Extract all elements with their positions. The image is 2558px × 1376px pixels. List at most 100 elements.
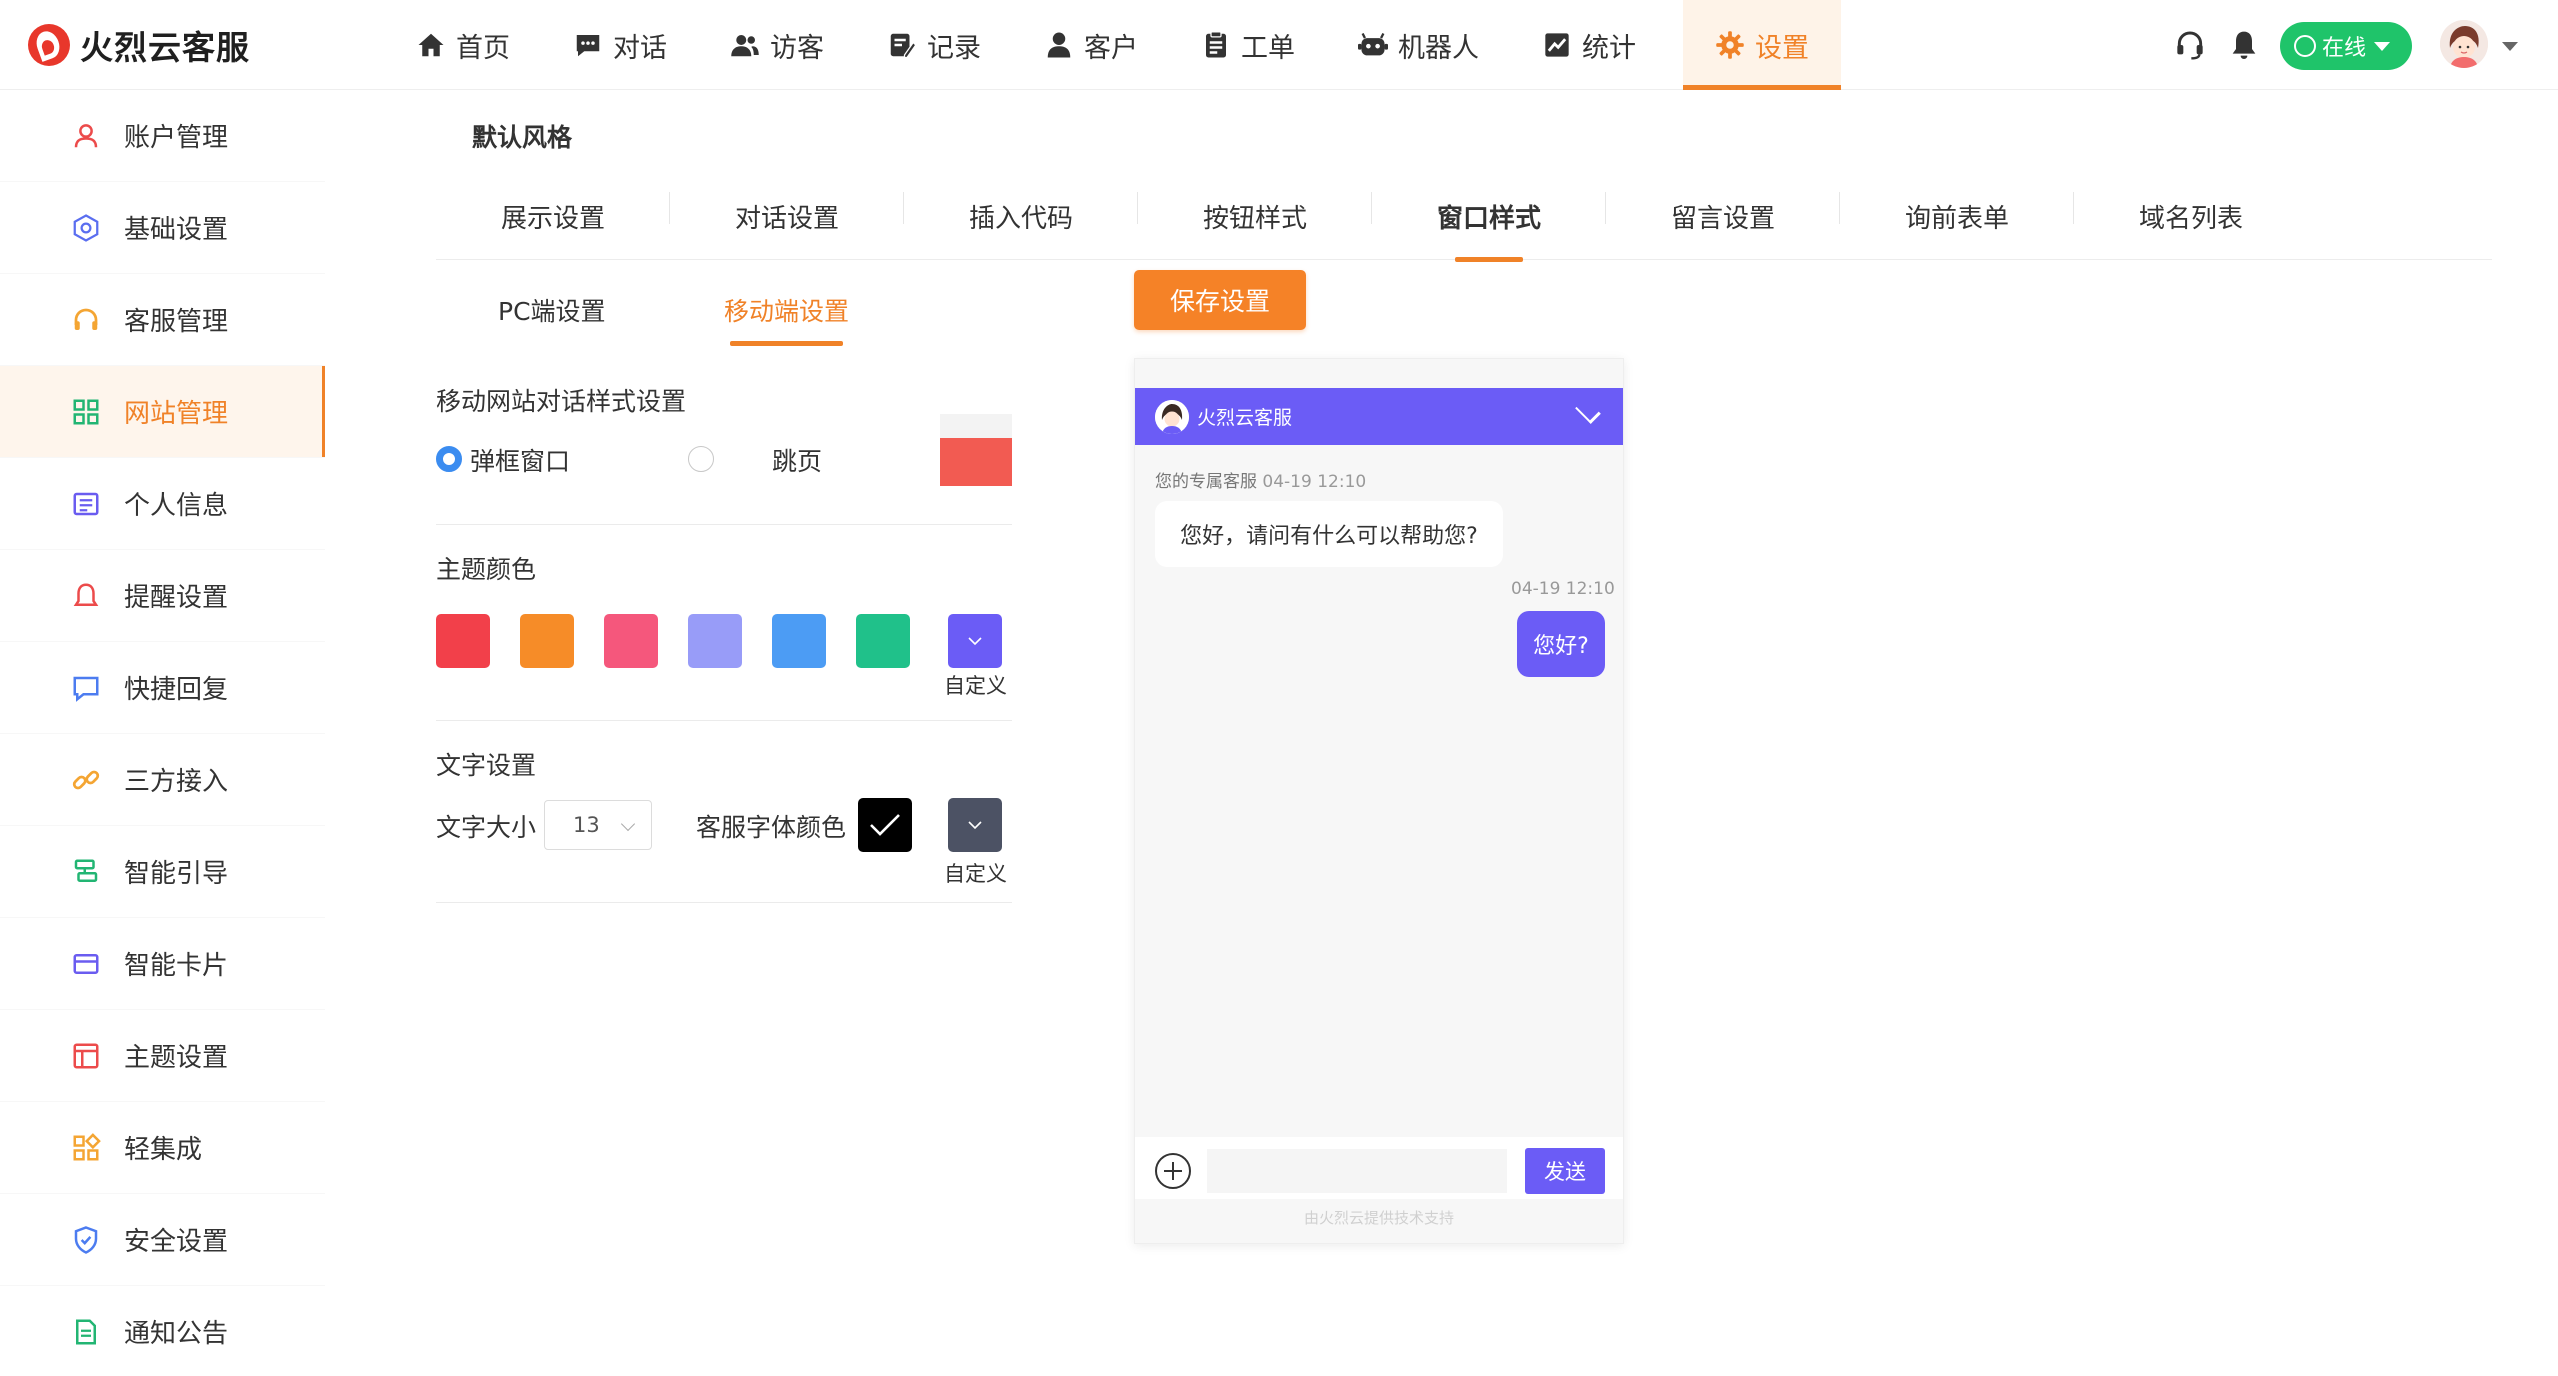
tab-label: 窗口样式 xyxy=(1436,203,1541,234)
tab-embed-code[interactable]: 插入代码 xyxy=(904,172,1138,260)
sidebar-item-websites[interactable]: 网站管理 xyxy=(0,366,325,457)
chevron-down-icon xyxy=(968,821,982,830)
agent-avatar xyxy=(1155,399,1189,434)
sidebar-item-label: 三方接入 xyxy=(124,767,229,797)
tab-dialog[interactable]: 对话设置 xyxy=(670,172,904,260)
guide-icon xyxy=(70,856,102,888)
tab-message[interactable]: 留言设置 xyxy=(1606,172,1840,260)
agent-font-custom-color-picker[interactable] xyxy=(948,798,1002,852)
sidebar-item-smart-card[interactable]: 智能卡片 xyxy=(0,918,325,1009)
nav-settings-label: 设置 xyxy=(1755,32,1809,64)
sidebar-item-security[interactable]: 安全设置 xyxy=(0,1194,325,1285)
grid-icon xyxy=(70,396,102,428)
text-settings-title: 文字设置 xyxy=(436,751,537,780)
agent-message-bubble: 您好，请问有什么可以帮助您? xyxy=(1155,501,1503,567)
sidebar-item-label: 个人信息 xyxy=(124,491,229,521)
shield-icon xyxy=(70,1224,102,1256)
sidebar-item-third-party[interactable]: 三方接入 xyxy=(0,734,325,825)
collapse-chevron-icon[interactable] xyxy=(1575,398,1601,424)
nav-home-label: 首页 xyxy=(456,32,510,64)
theme-color-green[interactable] xyxy=(856,614,910,668)
tab-label: 插入代码 xyxy=(968,203,1073,234)
sidebar-item-basic[interactable]: 基础设置 xyxy=(0,182,325,273)
sidebar-item-notice[interactable]: 通知公告 xyxy=(0,1286,325,1376)
preview-message-input[interactable] xyxy=(1207,1149,1507,1193)
sidebar-item-label: 提醒设置 xyxy=(124,583,229,613)
tab-button-style[interactable]: 按钮样式 xyxy=(1138,172,1372,260)
active-subtab-underline xyxy=(730,341,844,346)
sidebar-item-label: 通知公告 xyxy=(124,1319,229,1349)
flame-logo-icon xyxy=(28,24,70,66)
app-root: 火烈云客服 首页 对话 访客 记录 客户 工单 机器人 统计 设置 在线 账户管… xyxy=(0,0,2558,1376)
nav-stats[interactable]: 统计 xyxy=(1526,0,1652,90)
sidebar-item-label: 智能卡片 xyxy=(124,951,229,981)
nav-chat[interactable]: 对话 xyxy=(557,0,683,90)
online-status-toggle[interactable]: 在线 xyxy=(2280,22,2412,70)
theme-color-orange[interactable] xyxy=(520,614,574,668)
sidebar-item-theme[interactable]: 主题设置 xyxy=(0,1010,325,1101)
sidebar-item-label: 客服管理 xyxy=(124,307,229,337)
theme-color-red[interactable] xyxy=(436,614,490,668)
font-size-value: 13 xyxy=(573,813,600,837)
brand-logo[interactable]: 火烈云客服 xyxy=(28,20,250,70)
sidebar-item-quick-reply[interactable]: 快捷回复 xyxy=(0,642,325,733)
sidebar-item-light-integration[interactable]: 轻集成 xyxy=(0,1102,325,1193)
sidebar-item-agents[interactable]: 客服管理 xyxy=(0,274,325,365)
section-title: 默认风格 xyxy=(472,123,573,152)
agent-font-color-black-swatch[interactable] xyxy=(858,798,912,852)
save-settings-button[interactable]: 保存设置 xyxy=(1134,270,1306,330)
theme-custom-label: 自定义 xyxy=(944,674,1007,698)
nav-visitors[interactable]: 访客 xyxy=(714,0,840,90)
record-icon xyxy=(887,30,917,60)
subtab-pc[interactable]: PC端设置 xyxy=(498,280,606,340)
radio-redirect-page[interactable] xyxy=(688,446,714,472)
theme-color-lavender[interactable] xyxy=(688,614,742,668)
subtab-label: 移动端设置 xyxy=(724,297,850,326)
avatar-caret-down-icon[interactable] xyxy=(2502,42,2518,51)
tab-display[interactable]: 展示设置 xyxy=(436,172,670,260)
customer-icon xyxy=(1044,30,1074,60)
sidebar-item-smart-guide[interactable]: 智能引导 xyxy=(0,826,325,917)
brand-name: 火烈云客服 xyxy=(80,28,250,67)
font-size-label: 文字大小 xyxy=(436,813,537,842)
tab-window-style[interactable]: 窗口样式 xyxy=(1372,172,1606,262)
send-button[interactable]: 发送 xyxy=(1525,1148,1605,1194)
nav-settings[interactable]: 设置 xyxy=(1683,0,1841,90)
bell-outline-icon xyxy=(70,580,102,612)
headset-support-icon[interactable] xyxy=(2174,29,2206,61)
plus-circle-icon[interactable] xyxy=(1155,1153,1191,1189)
sidebar-item-label: 智能引导 xyxy=(124,859,229,889)
theme-custom-color-picker[interactable] xyxy=(948,614,1002,668)
subtab-mobile[interactable]: 移动端设置 xyxy=(724,280,850,346)
caret-down-icon xyxy=(2374,41,2391,51)
online-status-label: 在线 xyxy=(2322,36,2367,61)
theme-color-pink[interactable] xyxy=(604,614,658,668)
card-icon xyxy=(70,948,102,980)
sidebar-item-label: 网站管理 xyxy=(124,399,229,429)
bell-icon[interactable] xyxy=(2228,29,2260,61)
nav-customers[interactable]: 客户 xyxy=(1028,0,1154,90)
robot-icon xyxy=(1358,30,1388,60)
nav-robot[interactable]: 机器人 xyxy=(1342,0,1495,90)
nav-records[interactable]: 记录 xyxy=(871,0,997,90)
radio-popup-window[interactable] xyxy=(436,446,462,472)
nav-tickets[interactable]: 工单 xyxy=(1185,0,1311,90)
tab-label: 按钮样式 xyxy=(1202,203,1307,234)
sidebar: 账户管理 基础设置 客服管理 网站管理 个人信息 提醒设置 快捷回复 三方接入 xyxy=(0,90,325,1376)
sidebar-item-profile[interactable]: 个人信息 xyxy=(0,458,325,549)
nav-chat-label: 对话 xyxy=(613,32,667,64)
headset-icon xyxy=(70,304,102,336)
sidebar-item-reminder[interactable]: 提醒设置 xyxy=(0,550,325,641)
user-avatar[interactable] xyxy=(2440,20,2488,68)
radio-popup-label: 弹框窗口 xyxy=(470,447,571,476)
agent-meta-name: 您的专属客服 xyxy=(1155,472,1257,492)
theme-color-blue[interactable] xyxy=(772,614,826,668)
sidebar-item-account[interactable]: 账户管理 xyxy=(0,90,325,181)
tab-pre-chat-form[interactable]: 询前表单 xyxy=(1840,172,2074,260)
divider xyxy=(436,524,1012,525)
active-tab-underline xyxy=(1455,257,1523,262)
tab-label: 留言设置 xyxy=(1670,203,1775,234)
tab-domain-list[interactable]: 域名列表 xyxy=(2074,172,2308,260)
nav-home[interactable]: 首页 xyxy=(400,0,526,90)
font-size-select[interactable]: 13 xyxy=(544,800,652,850)
